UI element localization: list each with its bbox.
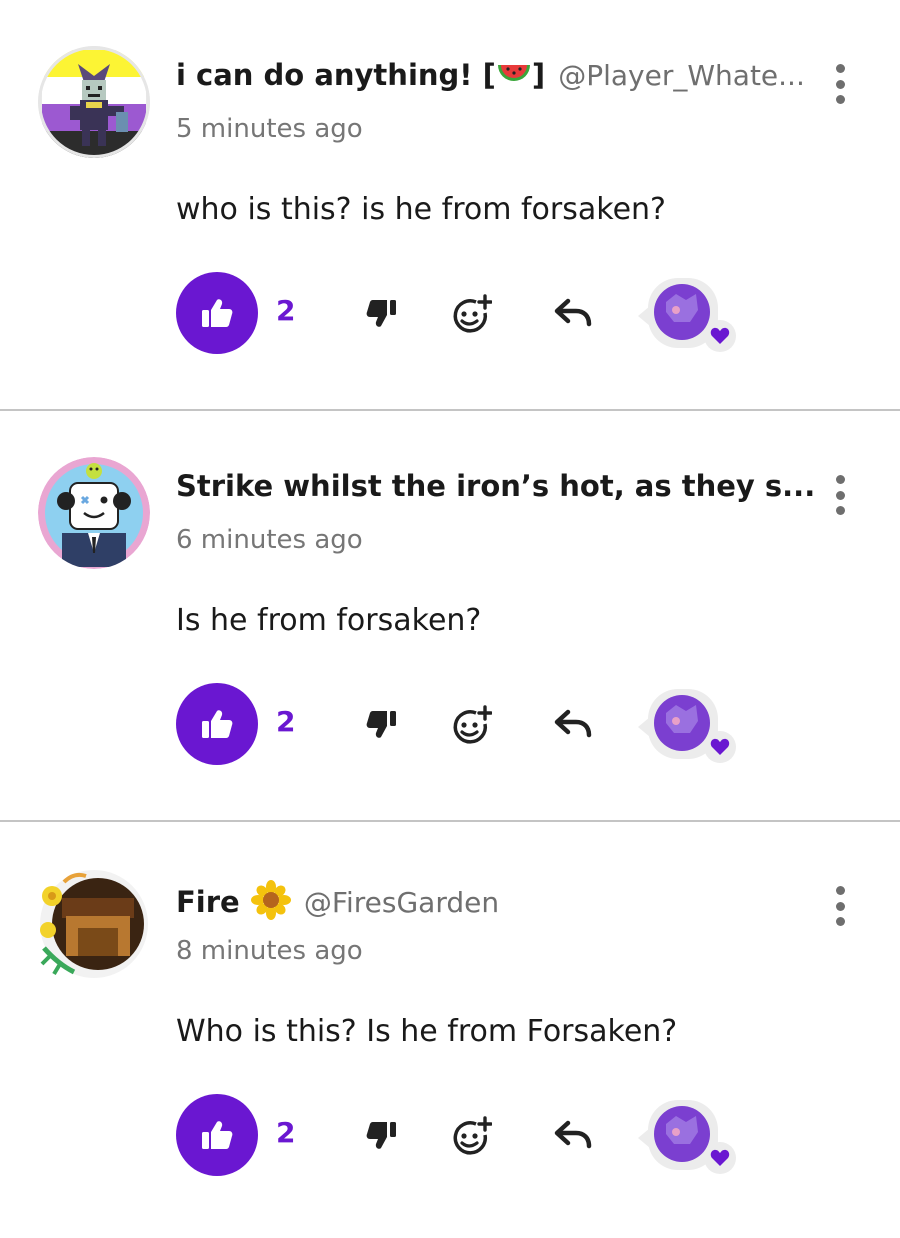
author-name[interactable]: Strike whilst the iron’s hot, as they s.…: [176, 469, 815, 503]
dot-icon: [835, 64, 845, 73]
like-count: 2: [276, 1116, 296, 1149]
avatar[interactable]: [38, 868, 150, 980]
comment-text: who is this? is he from forsaken?: [176, 192, 666, 227]
thumbs-up-icon: [202, 1121, 233, 1149]
reply-button[interactable]: [554, 1120, 592, 1150]
dot-icon: [835, 79, 845, 89]
sunflower-icon: [250, 880, 291, 924]
dot-icon: [835, 506, 845, 515]
author-handle[interactable]: @FiresGarden: [304, 886, 499, 919]
add-emoji-icon: [453, 294, 493, 333]
like-button[interactable]: [176, 1094, 258, 1176]
add-reaction-button[interactable]: [450, 705, 493, 745]
jester-icon: [38, 46, 150, 158]
comment-header: Strike whilst the iron’s hot, as they s.…: [176, 469, 816, 503]
author-name[interactable]: Fire: [176, 885, 240, 919]
avatar[interactable]: [38, 46, 150, 158]
comment-timestamp: 6 minutes ago: [176, 525, 363, 555]
dot-icon: [835, 95, 845, 104]
like-count: 2: [276, 705, 296, 738]
dot-icon: [835, 917, 845, 926]
dislike-button[interactable]: [364, 707, 400, 743]
like-button[interactable]: [176, 272, 258, 354]
dot-icon: [835, 475, 845, 484]
dot-icon: [835, 901, 845, 911]
comment-text: Who is this? Is he from Forsaken?: [176, 1014, 678, 1049]
comment-header: i can do anything! [] @Player_Whate...: [176, 58, 816, 92]
add-emoji-icon: [453, 705, 493, 744]
thumbs-down-icon: [366, 711, 396, 738]
watermelon-icon: [496, 59, 532, 91]
creator-heart-badge: [624, 687, 742, 767]
reply-arrow-icon: [554, 1120, 592, 1149]
comment-item: Fire @FiresGarden 8 minutes ago Who is t…: [0, 820, 900, 1231]
more-options-button[interactable]: [826, 64, 854, 104]
add-reaction-button[interactable]: [450, 294, 493, 334]
comment-header: Fire @FiresGarden: [176, 880, 816, 924]
thumbs-up-icon: [202, 299, 233, 327]
like-button[interactable]: [176, 683, 258, 765]
comment-item: Strike whilst the iron’s hot, as they s.…: [0, 409, 900, 820]
comment-timestamp: 8 minutes ago: [176, 936, 363, 966]
add-reaction-button[interactable]: [450, 1116, 493, 1156]
add-emoji-icon: [453, 1116, 493, 1155]
comment-timestamp: 5 minutes ago: [176, 114, 363, 144]
like-count: 2: [276, 294, 296, 327]
avatar[interactable]: [38, 457, 150, 569]
flower-avatar-icon: [40, 870, 148, 978]
comment-text: Is he from forsaken?: [176, 603, 482, 638]
reply-arrow-icon: [554, 298, 592, 327]
thumbs-up-icon: [202, 710, 233, 738]
author-name-suffix: ]: [531, 58, 546, 92]
more-options-button[interactable]: [826, 886, 854, 926]
reply-button[interactable]: [554, 709, 592, 739]
dot-icon: [835, 490, 845, 500]
dislike-button[interactable]: [364, 296, 400, 332]
creator-heart-badge: [624, 276, 742, 356]
author-handle[interactable]: @Player_Whate...: [558, 59, 805, 92]
reply-button[interactable]: [554, 298, 592, 328]
dislike-button[interactable]: [364, 1118, 400, 1154]
reply-arrow-icon: [554, 709, 592, 738]
more-options-button[interactable]: [826, 475, 854, 515]
thumbs-down-icon: [366, 1122, 396, 1149]
thumbs-down-icon: [366, 300, 396, 327]
robot-icon: [38, 457, 150, 569]
dot-icon: [835, 886, 845, 895]
author-name[interactable]: i can do anything! [: [176, 58, 496, 92]
creator-heart-badge: [624, 1098, 742, 1178]
comment-item: i can do anything! [] @Player_Whate... 5…: [0, 0, 900, 409]
